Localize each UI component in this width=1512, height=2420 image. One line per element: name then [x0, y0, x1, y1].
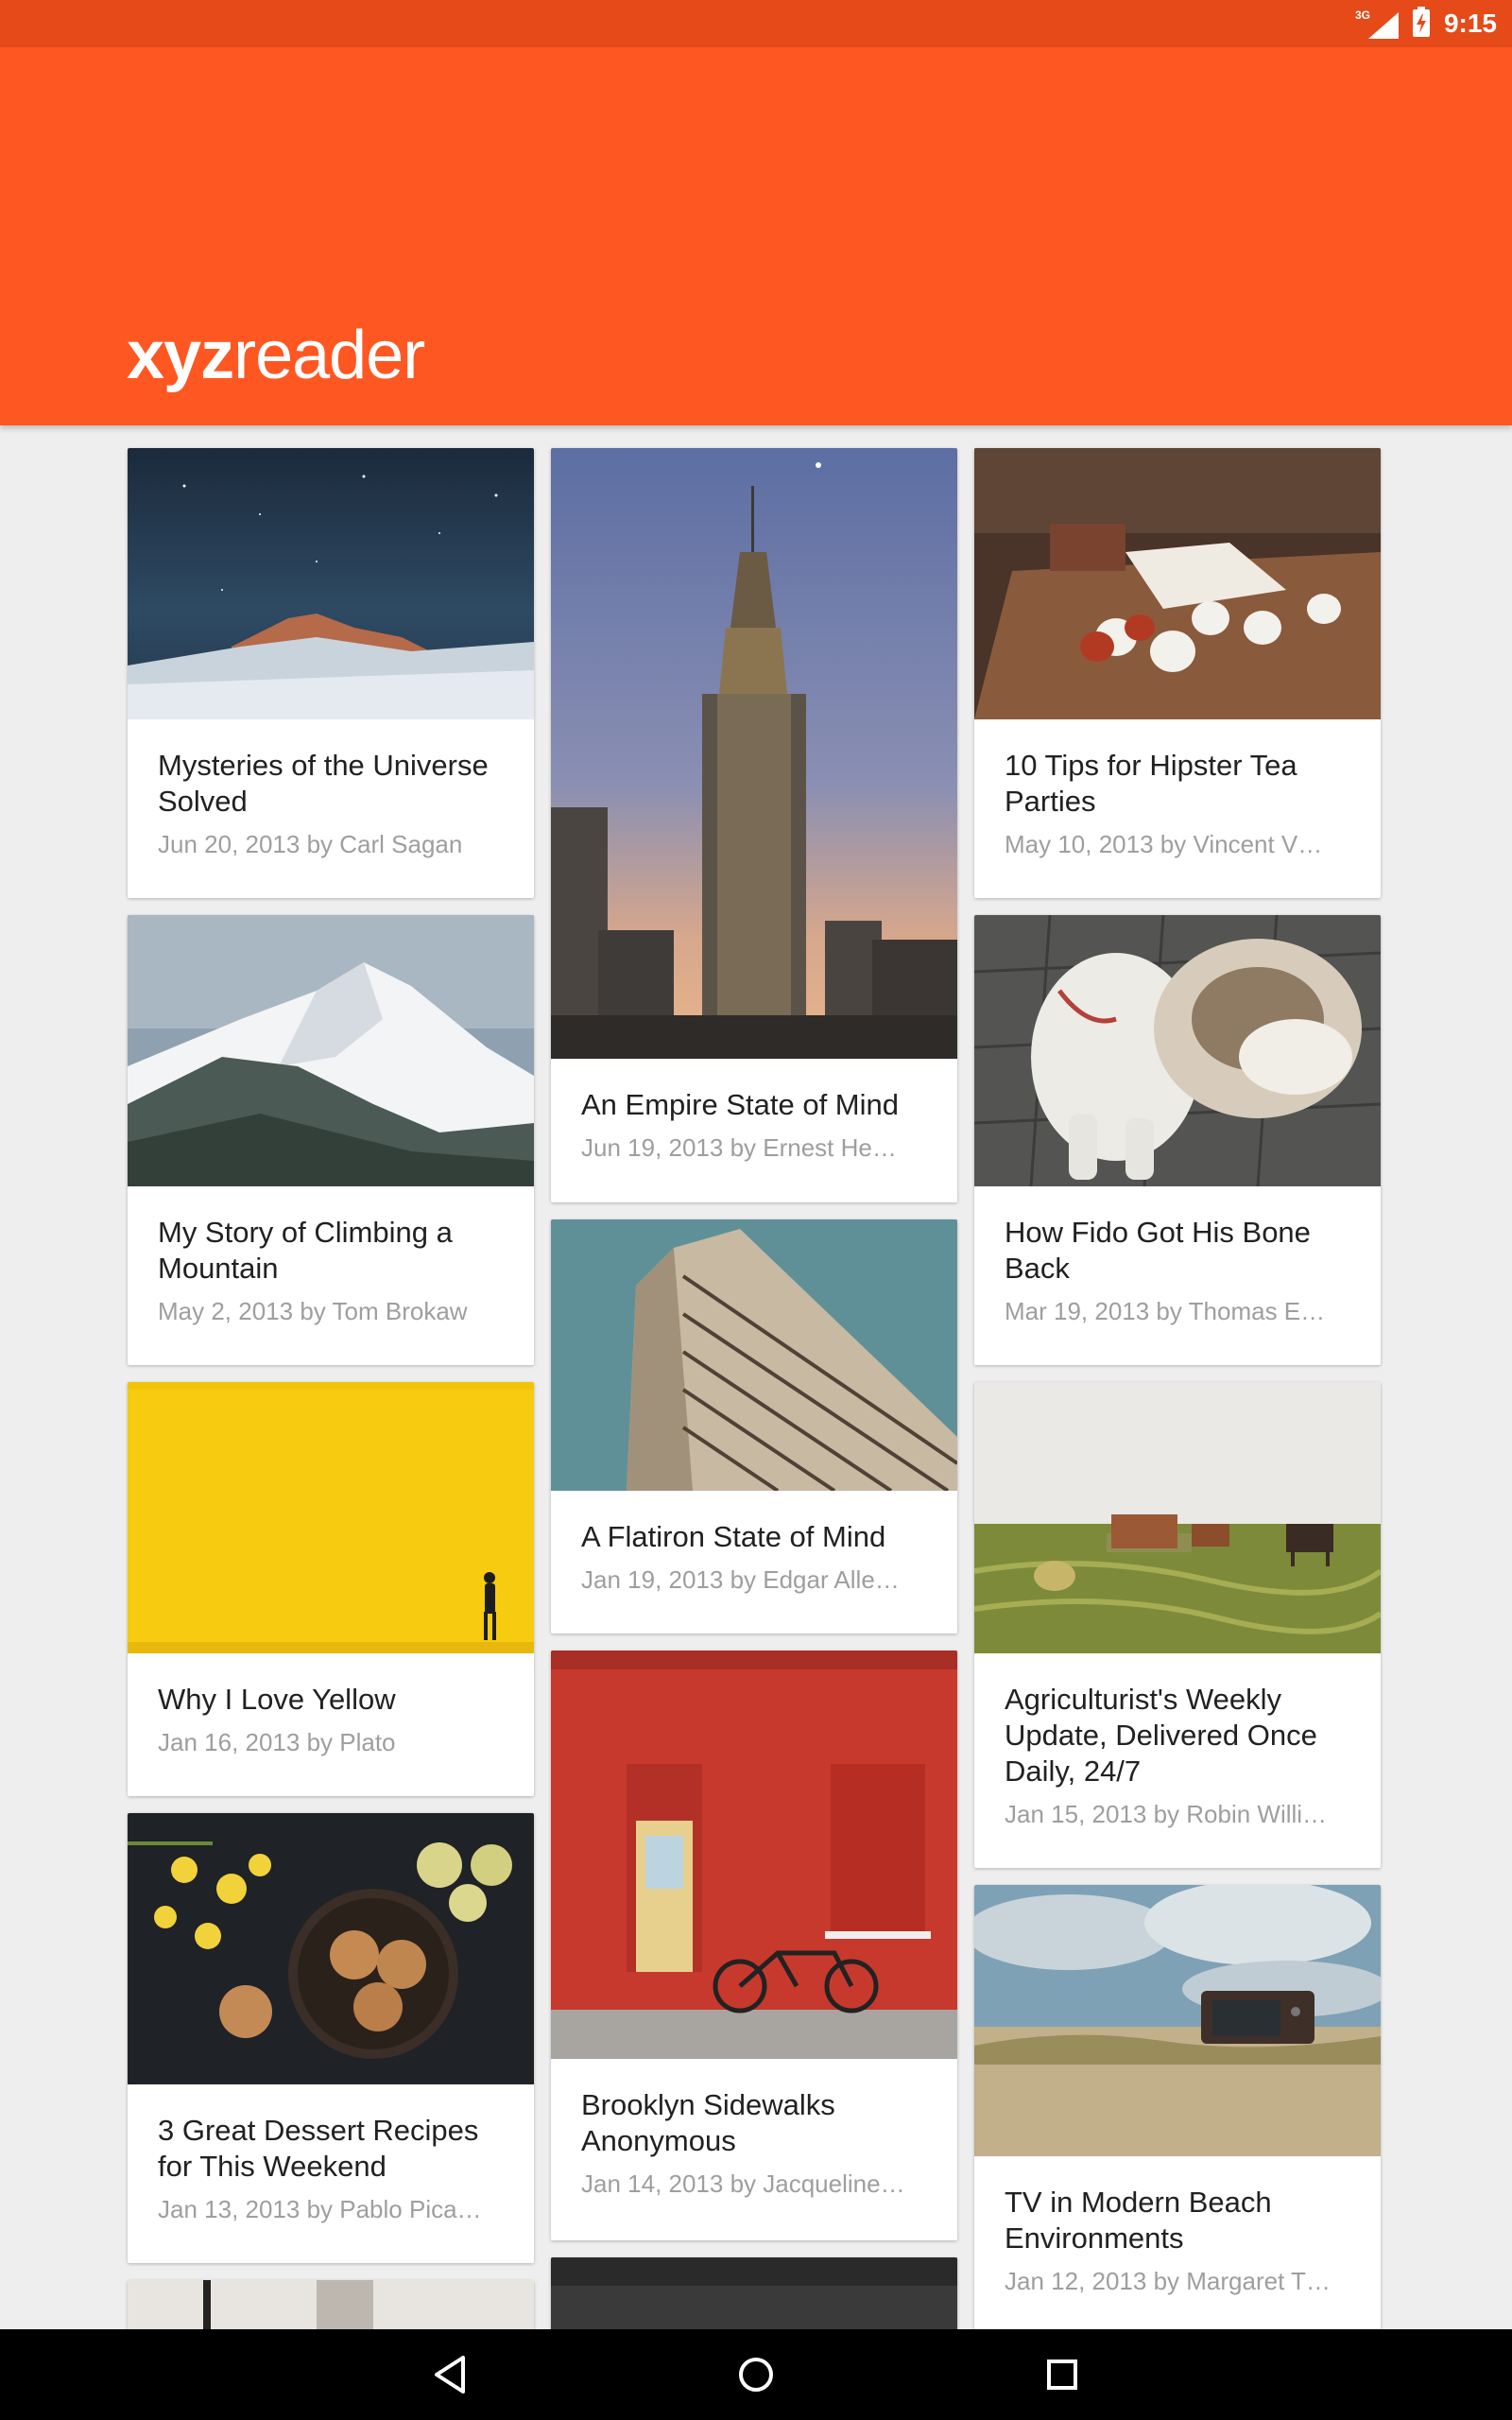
article-thumbnail — [128, 1382, 534, 1653]
article-thumbnail — [128, 448, 534, 719]
article-card[interactable]: 10 Tips for Hipster Tea Parties May 10, … — [974, 448, 1381, 898]
article-thumbnail — [974, 1382, 1381, 1653]
article-thumbnail — [551, 1219, 957, 1491]
article-title: My Story of Climbing a Mountain — [158, 1216, 453, 1285]
app-logo: xyzreader — [127, 318, 425, 393]
signal-icon: 3G — [1355, 9, 1399, 39]
article-meta: Jan 12, 2013 by Margaret T… — [1005, 2267, 1331, 2295]
article-card[interactable]: How Fido Got His Bone Back Mar 19, 2013 … — [974, 915, 1381, 1365]
article-card[interactable]: 3 Great Dessert Recipes for This Weekend… — [128, 1813, 534, 2263]
article-card[interactable]: Brooklyn Sidewalks Anonymous Jan 14, 201… — [551, 1651, 957, 2240]
article-title: Mysteries of the Universe Solved — [158, 749, 489, 818]
status-bar: 3G 9:15 — [0, 0, 1512, 47]
article-card[interactable]: Agriculturist's Weekly Update, Delivered… — [974, 1382, 1381, 1868]
article-meta: Jan 19, 2013 by Edgar Alle… — [581, 1565, 900, 1594]
article-meta: Mar 19, 2013 by Thomas E… — [1005, 1297, 1326, 1325]
navigation-bar — [0, 2329, 1512, 2420]
article-title: A Flatiron State of Mind — [581, 1520, 886, 1553]
article-thumbnail — [974, 448, 1381, 719]
article-thumbnail — [551, 448, 957, 1059]
article-card[interactable]: Why I Love Yellow Jan 16, 2013 by Plato — [128, 1382, 534, 1796]
article-card[interactable]: Mysteries of the Universe Solved Jun 20,… — [128, 448, 534, 898]
article-meta: Jun 19, 2013 by Ernest He… — [581, 1133, 897, 1162]
article-thumbnail — [974, 915, 1381, 1186]
article-card[interactable]: A Flatiron State of Mind Jan 19, 2013 by… — [551, 1219, 957, 1634]
article-meta: Jan 14, 2013 by Jacqueline… — [581, 2169, 905, 2198]
recents-icon[interactable] — [1040, 2352, 1085, 2397]
battery-icon — [1412, 6, 1431, 42]
article-thumbnail — [128, 915, 534, 1186]
article-meta: Jan 13, 2013 by Pablo Pica… — [158, 2195, 482, 2223]
article-title: TV in Modern Beach Environments — [1005, 2186, 1272, 2255]
article-title: An Empire State of Mind — [581, 1088, 899, 1121]
back-icon[interactable] — [427, 2352, 472, 2397]
home-icon[interactable] — [733, 2352, 779, 2397]
article-title: 3 Great Dessert Recipes for This Weekend — [158, 2114, 479, 2183]
clock: 9:15 — [1443, 9, 1497, 38]
article-title: How Fido Got His Bone Back — [1005, 1216, 1311, 1285]
article-title: Brooklyn Sidewalks Anonymous — [581, 2088, 835, 2157]
article-title: 10 Tips for Hipster Tea Parties — [1005, 749, 1297, 818]
article-thumbnail — [128, 1813, 534, 2084]
app-bar: xyzreader — [0, 47, 1512, 425]
article-thumbnail — [974, 1885, 1381, 2156]
article-meta: May 10, 2013 by Vincent V… — [1005, 830, 1323, 858]
article-card[interactable]: TV in Modern Beach Environments Jan 12, … — [974, 1885, 1381, 2358]
article-meta: May 2, 2013 by Tom Brokaw — [158, 1297, 468, 1325]
article-title: Agriculturist's Weekly Update, Delivered… — [1005, 1683, 1317, 1788]
article-meta: Jan 16, 2013 by Plato — [158, 1728, 396, 1756]
article-card[interactable]: An Empire State of Mind Jun 19, 2013 by … — [551, 448, 957, 1202]
article-meta: Jun 20, 2013 by Carl Sagan — [158, 830, 463, 858]
article-meta: Jan 15, 2013 by Robin Willi… — [1005, 1800, 1328, 1828]
article-card[interactable]: My Story of Climbing a Mountain May 2, 2… — [128, 915, 534, 1365]
article-thumbnail — [551, 1651, 957, 2059]
article-title: Why I Love Yellow — [158, 1683, 396, 1716]
article-grid: Mysteries of the Universe Solved Jun 20,… — [128, 448, 1384, 2375]
